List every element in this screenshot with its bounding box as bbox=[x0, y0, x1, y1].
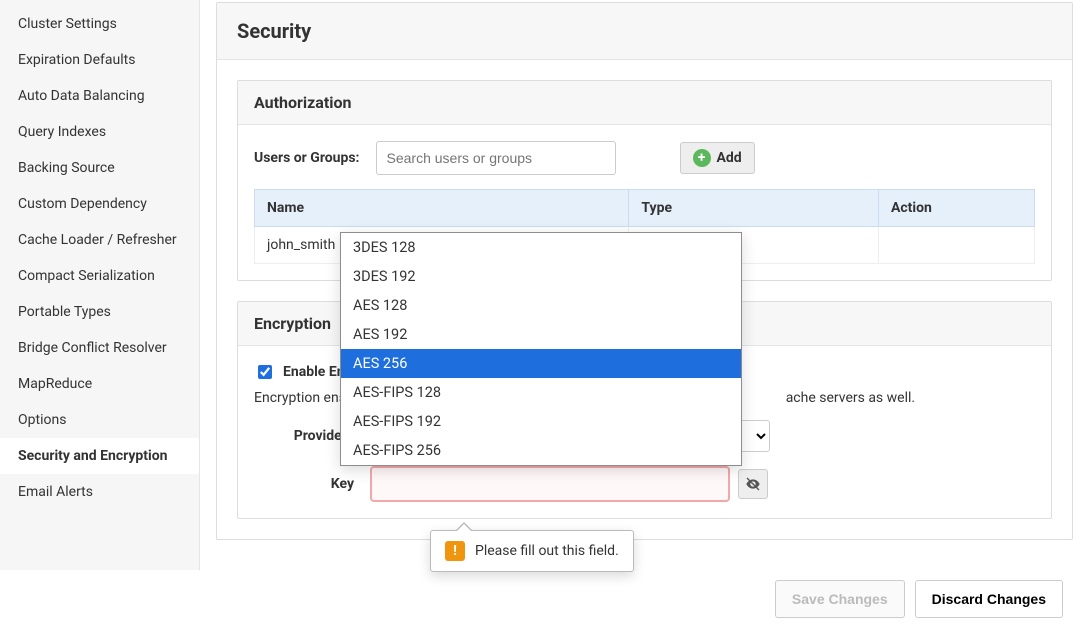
col-name[interactable]: Name bbox=[255, 190, 629, 227]
sidebar-item-custom-dependency[interactable]: Custom Dependency bbox=[0, 186, 199, 222]
sidebar-item-expiration-defaults[interactable]: Expiration Defaults bbox=[0, 42, 199, 78]
key-input[interactable] bbox=[370, 466, 730, 502]
save-changes-button[interactable]: Save Changes bbox=[775, 580, 905, 618]
provider-option-aes-256[interactable]: AES 256 bbox=[341, 349, 741, 378]
provider-option-aes-192[interactable]: AES 192 bbox=[341, 320, 741, 349]
key-label: Key bbox=[254, 476, 354, 492]
provider-option-aes-fips-128[interactable]: AES-FIPS 128 bbox=[341, 378, 741, 407]
provider-option-aes-fips-192[interactable]: AES-FIPS 192 bbox=[341, 407, 741, 436]
sidebar-item-portable-types[interactable]: Portable Types bbox=[0, 294, 199, 330]
sidebar: Cluster Settings Expiration Defaults Aut… bbox=[0, 0, 200, 570]
sidebar-item-compact-serialization[interactable]: Compact Serialization bbox=[0, 258, 199, 294]
footer-actions: Save Changes Discard Changes bbox=[775, 580, 1063, 618]
discard-changes-button[interactable]: Discard Changes bbox=[915, 580, 1063, 618]
provider-option-3des-128[interactable]: 3DES 128 bbox=[341, 233, 741, 262]
sidebar-item-cache-loader-refresher[interactable]: Cache Loader / Refresher bbox=[0, 222, 199, 258]
sidebar-item-security-and-encryption[interactable]: Security and Encryption bbox=[0, 438, 199, 474]
cell-action bbox=[878, 227, 1034, 264]
tooltip-text: Please fill out this field. bbox=[475, 543, 619, 559]
col-action[interactable]: Action bbox=[878, 190, 1034, 227]
sidebar-item-bridge-conflict-resolver[interactable]: Bridge Conflict Resolver bbox=[0, 330, 199, 366]
providers-label: Providers bbox=[254, 428, 354, 444]
toggle-key-visibility-button[interactable] bbox=[738, 469, 768, 499]
sidebar-item-mapreduce[interactable]: MapReduce bbox=[0, 366, 199, 402]
authorization-header: Authorization bbox=[238, 81, 1051, 125]
provider-option-3des-192[interactable]: 3DES 192 bbox=[341, 262, 741, 291]
warning-icon: ! bbox=[445, 541, 465, 561]
col-type[interactable]: Type bbox=[629, 190, 879, 227]
validation-tooltip: ! Please fill out this field. bbox=[430, 530, 634, 572]
eye-slash-icon bbox=[745, 476, 761, 492]
sidebar-item-options[interactable]: Options bbox=[0, 402, 199, 438]
page-title: Security bbox=[217, 3, 1072, 60]
plus-icon: + bbox=[693, 149, 711, 167]
provider-option-aes-fips-256[interactable]: AES-FIPS 256 bbox=[341, 436, 741, 465]
sidebar-item-auto-data-balancing[interactable]: Auto Data Balancing bbox=[0, 78, 199, 114]
sidebar-item-query-indexes[interactable]: Query Indexes bbox=[0, 114, 199, 150]
provider-option-aes-128[interactable]: AES 128 bbox=[341, 291, 741, 320]
users-or-groups-label: Users or Groups: bbox=[254, 150, 360, 166]
add-button-label: Add bbox=[717, 150, 742, 166]
enable-encryption-checkbox[interactable] bbox=[258, 365, 272, 379]
sidebar-item-cluster-settings[interactable]: Cluster Settings bbox=[0, 6, 199, 42]
sidebar-item-backing-source[interactable]: Backing Source bbox=[0, 150, 199, 186]
providers-dropdown-list[interactable]: 3DES 128 3DES 192 AES 128 AES 192 AES 25… bbox=[340, 232, 742, 466]
sidebar-item-email-alerts[interactable]: Email Alerts bbox=[0, 474, 199, 510]
add-user-button[interactable]: + Add bbox=[680, 142, 755, 174]
users-or-groups-input[interactable] bbox=[376, 141, 616, 175]
